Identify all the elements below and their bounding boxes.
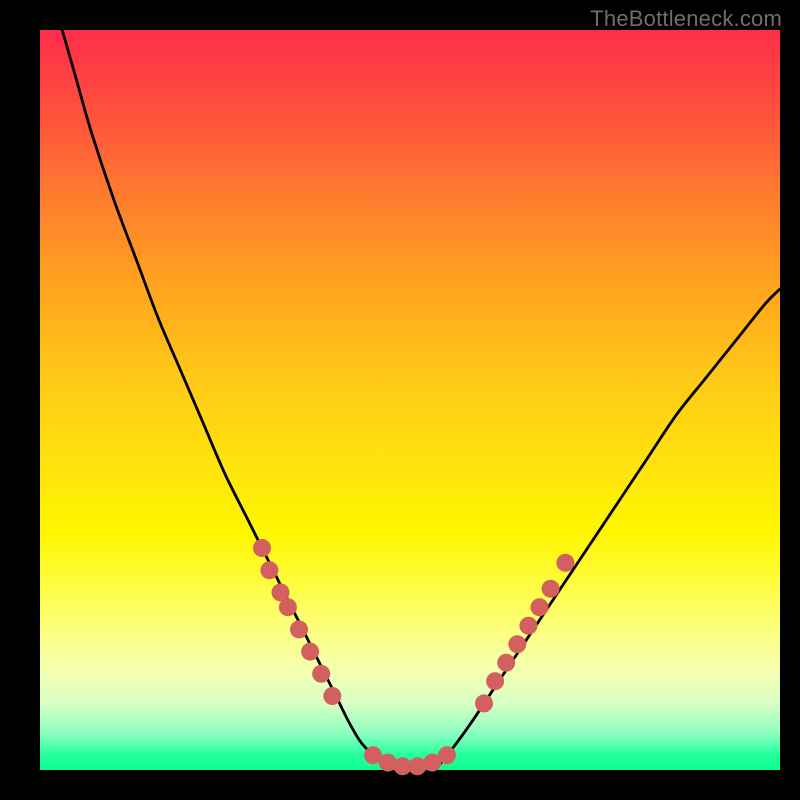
highlight-marker [312, 665, 330, 683]
bottleneck-curve [62, 30, 780, 771]
highlight-marker [438, 746, 456, 764]
highlight-marker [486, 672, 504, 690]
highlight-marker [519, 617, 537, 635]
highlight-marker [279, 598, 297, 616]
highlight-marker [253, 539, 271, 557]
chart-plot-area [40, 30, 780, 770]
highlight-marker [556, 554, 574, 572]
highlight-marker [301, 643, 319, 661]
chart-svg [40, 30, 780, 770]
highlight-marker [475, 694, 493, 712]
highlight-marker [542, 580, 560, 598]
highlight-marker [497, 654, 515, 672]
highlight-markers [253, 539, 574, 775]
highlight-marker [531, 598, 549, 616]
highlight-marker [260, 561, 278, 579]
highlight-marker [508, 635, 526, 653]
highlight-marker [323, 687, 341, 705]
watermark-text: TheBottleneck.com [590, 6, 782, 32]
highlight-marker [290, 620, 308, 638]
